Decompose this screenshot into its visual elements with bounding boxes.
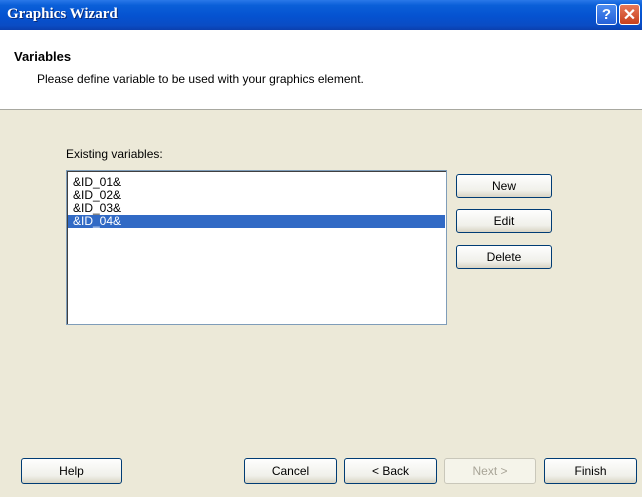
help-button[interactable]: Help	[21, 458, 122, 484]
close-icon[interactable]: ✕	[619, 4, 640, 25]
variables-listbox[interactable]: &ID_01& &ID_02& &ID_03& &ID_04&	[66, 170, 447, 325]
new-button[interactable]: New	[456, 174, 552, 198]
next-button[interactable]: Next >	[444, 458, 536, 484]
help-icon[interactable]: ?	[596, 4, 617, 25]
list-item-selected[interactable]: &ID_04&	[68, 215, 445, 228]
window-title: Graphics Wizard	[7, 6, 118, 22]
wizard-header: Variables Please define variable to be u…	[0, 30, 642, 110]
list-item[interactable]: &ID_03&	[68, 202, 445, 215]
back-button[interactable]: < Back	[344, 458, 437, 484]
list-item[interactable]: &ID_01&	[68, 176, 445, 189]
edit-button[interactable]: Edit	[456, 209, 552, 233]
list-item[interactable]: &ID_02&	[68, 189, 445, 202]
cancel-button[interactable]: Cancel	[244, 458, 337, 484]
title-bar[interactable]: Graphics Wizard ? ✕	[0, 0, 642, 30]
page-description: Please define variable to be used with y…	[37, 72, 364, 86]
page-title: Variables	[14, 49, 72, 64]
delete-button[interactable]: Delete	[456, 245, 552, 269]
finish-button[interactable]: Finish	[544, 458, 637, 484]
existing-variables-label: Existing variables:	[66, 147, 163, 161]
